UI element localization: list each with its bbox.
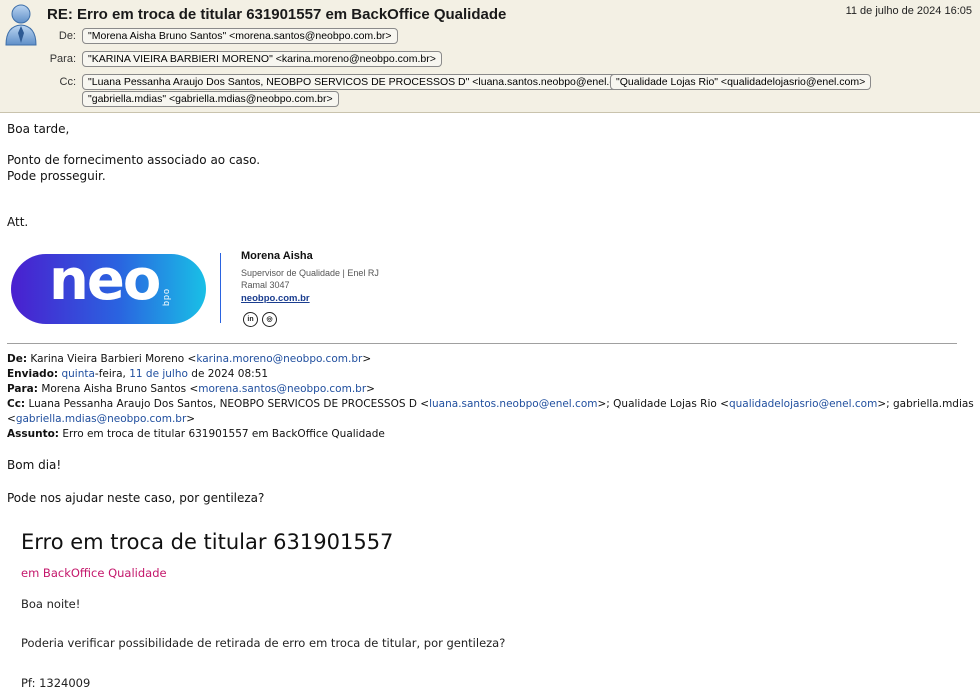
card-title: Erro em troca de titular 631901557 <box>21 530 394 554</box>
quoted-subject: Assunto: Erro em troca de titular 631901… <box>7 428 385 440</box>
email-signature: neo bpo Morena Aisha Supervisor de Quali… <box>5 245 393 332</box>
email-link[interactable]: karina.moreno@neobpo.com.br <box>196 353 362 365</box>
email-subject: RE: Erro em troca de titular 631901557 e… <box>47 6 507 23</box>
quoted-cc-continued: <gabriella.mdias@neobpo.com.br> <box>7 413 196 425</box>
email-date: 11 de julho de 2024 16:05 <box>845 5 972 17</box>
card-subtitle: em BackOffice Qualidade <box>21 566 167 580</box>
signature-role: Supervisor de Qualidade | Enel RJ <box>241 268 379 278</box>
card-question: Poderia verificar possibilidade de retir… <box>21 636 506 650</box>
quoted-card: Erro em troca de titular 631901557 em Ba… <box>5 522 572 692</box>
quoted-to: Para: Morena Aisha Bruno Santos <morena.… <box>7 383 375 395</box>
cc-address-chip[interactable]: "Qualidade Lojas Rio" <qualidadelojasrio… <box>610 74 872 90</box>
body-closing: Att. <box>7 215 29 229</box>
instagram-icon[interactable]: ◎ <box>262 312 277 327</box>
logo-text: neo <box>49 248 161 313</box>
email-link[interactable]: gabriella.mdias@neobpo.com.br <box>16 413 186 425</box>
to-address-chip[interactable]: "KARINA VIEIRA BARBIERI MORENO" <karina.… <box>82 51 442 67</box>
from-address-chip[interactable]: "Morena Aisha Bruno Santos" <morena.sant… <box>82 28 398 44</box>
cc-label: Cc: <box>59 76 77 88</box>
neo-bpo-logo: neo bpo <box>11 248 206 324</box>
logo-subtext: bpo <box>161 287 171 306</box>
email-link[interactable]: luana.santos.neobpo@enel.com <box>429 398 597 410</box>
linkedin-icon[interactable]: in <box>243 312 258 327</box>
email-link[interactable]: qualidadelojasrio@enel.com <box>729 398 877 410</box>
body-line: Ponto de fornecimento associado ao caso. <box>7 153 261 167</box>
email-link[interactable]: morena.santos@neobpo.com.br <box>198 383 366 395</box>
quoted-sent: Enviado: quinta-feira, 11 de julho de 20… <box>7 368 269 380</box>
email-header: RE: Erro em troca de titular 631901557 e… <box>0 0 980 113</box>
signature-ramal: Ramal 3047 <box>241 280 290 290</box>
body-line: Pode prosseguir. <box>7 169 106 183</box>
body-greeting: Boa tarde, <box>7 122 70 136</box>
cc-address-chip[interactable]: "Luana Pessanha Araujo Dos Santos, NEOBP… <box>82 74 642 90</box>
signature-divider <box>220 253 221 323</box>
card-greeting: Boa noite! <box>21 597 81 611</box>
contact-avatar-icon[interactable] <box>4 2 38 46</box>
cc-address-chip[interactable]: "gabriella.mdias" <gabriella.mdias@neobp… <box>82 91 339 107</box>
signature-name: Morena Aisha <box>241 250 313 262</box>
signature-website-link[interactable]: neobpo.com.br <box>241 293 310 304</box>
from-label: De: <box>58 30 76 42</box>
quoted-request: Pode nos ajudar neste caso, por gentilez… <box>7 491 265 505</box>
card-pf: Pf: 1324009 <box>21 676 91 690</box>
quoted-from: De: Karina Vieira Barbieri Moreno <karin… <box>7 353 372 365</box>
to-label: Para: <box>49 53 76 65</box>
quoted-cc: Cc: Luana Pessanha Araujo Dos Santos, NE… <box>7 398 974 410</box>
quoted-greeting: Bom dia! <box>7 458 62 472</box>
quote-divider <box>7 343 957 344</box>
